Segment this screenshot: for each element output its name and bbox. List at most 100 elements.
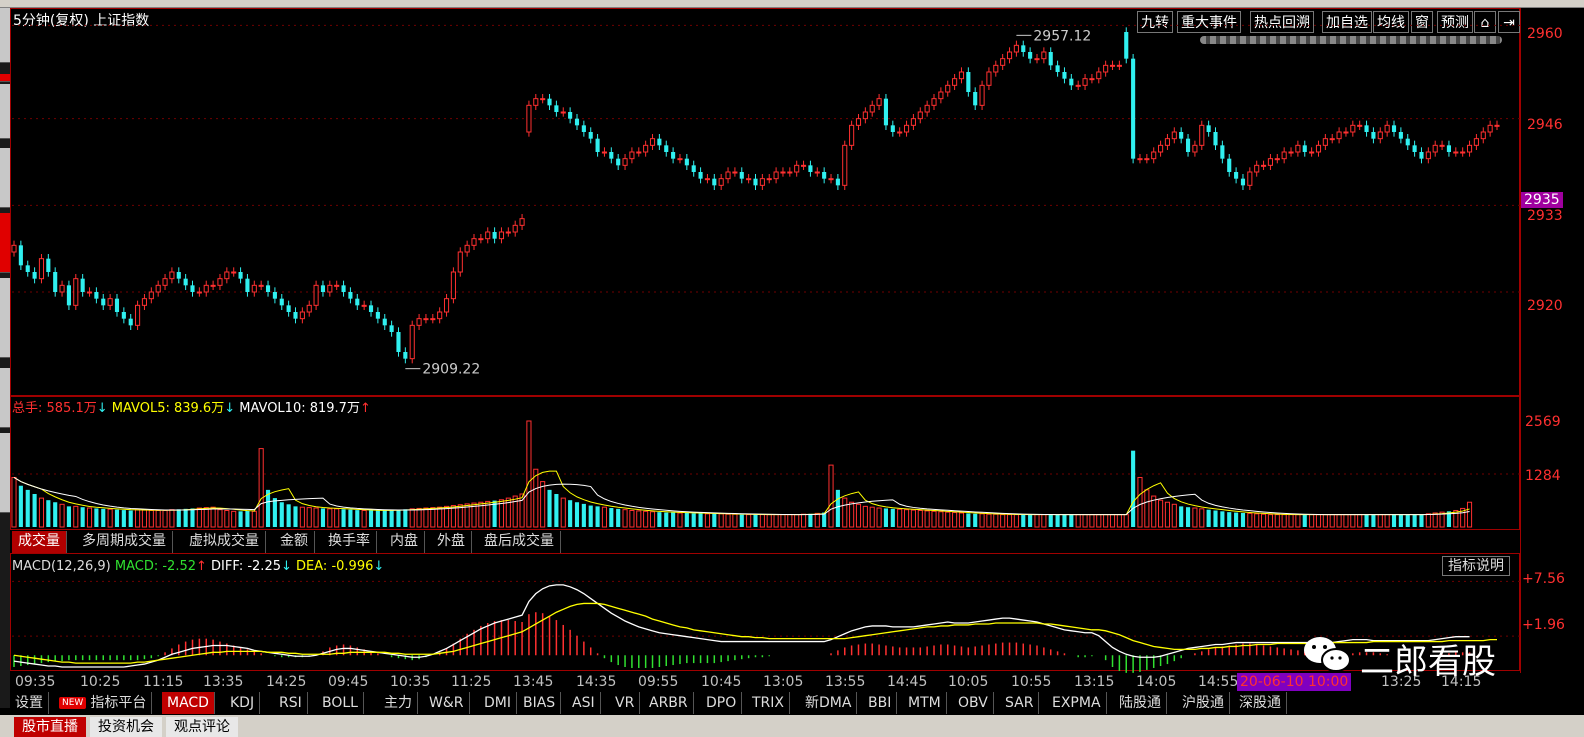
indicator-tab-2[interactable]: RSI bbox=[274, 692, 308, 714]
volume-bar bbox=[1247, 512, 1253, 528]
indicator-tab-11[interactable]: DPO bbox=[701, 692, 743, 714]
volume-bar bbox=[808, 513, 813, 527]
candle-body bbox=[286, 305, 291, 312]
volume-bar bbox=[574, 502, 580, 527]
indicator-tab-21[interactable]: 深股通 bbox=[1234, 692, 1287, 714]
tab-opportunities[interactable]: 投资机会 bbox=[90, 717, 162, 737]
volume-bar bbox=[1062, 514, 1067, 527]
indicator-tab-5[interactable]: W&R bbox=[424, 692, 470, 714]
watermark-text: 二郎看股 bbox=[1360, 642, 1496, 682]
volume-bar bbox=[334, 508, 340, 528]
candle-body bbox=[519, 218, 525, 226]
watermark: 二郎看股 bbox=[1298, 630, 1518, 682]
candle-body bbox=[787, 171, 793, 174]
indicator-tab-14[interactable]: BBI bbox=[863, 692, 898, 714]
volume-bar bbox=[917, 509, 923, 528]
candle-body bbox=[862, 111, 868, 120]
volume-bar bbox=[279, 502, 284, 527]
indicator-tab-18[interactable]: EXPMA bbox=[1047, 692, 1107, 714]
indicator-tab-0[interactable]: MACD bbox=[162, 692, 215, 714]
candle-body bbox=[691, 165, 696, 172]
candlestick-series bbox=[11, 27, 1500, 364]
volume-bar bbox=[169, 509, 175, 528]
volume-bar bbox=[1213, 510, 1218, 527]
volume-bar bbox=[1206, 509, 1211, 527]
indicator-tab-19[interactable]: 陆股通 bbox=[1114, 692, 1167, 714]
gridlines bbox=[12, 24, 1520, 293]
indicator-tabs: 设置 NEW 指标平台 MACD KDJ RSI BOLL 主力 W&R DMI BIAS ASI… bbox=[10, 692, 1290, 714]
indicator-platform-tab[interactable]: NEW 指标平台 bbox=[54, 692, 153, 714]
volume-bar bbox=[1220, 511, 1225, 527]
indicator-tab-13[interactable]: 新DMA bbox=[800, 692, 858, 714]
indicator-tab-8[interactable]: ASI bbox=[567, 692, 601, 714]
indicator-tab-16[interactable]: OBV bbox=[953, 692, 994, 714]
indicator-tab-12[interactable]: TRIX bbox=[747, 692, 790, 714]
tab-comments[interactable]: 观点评论 bbox=[166, 717, 238, 737]
candle-body bbox=[1013, 44, 1019, 53]
candle-body bbox=[677, 158, 683, 161]
candle-body bbox=[368, 305, 374, 312]
candle-body bbox=[622, 158, 628, 166]
time-axis-label: 14:55 bbox=[1198, 674, 1239, 690]
volume-bar bbox=[25, 489, 30, 527]
candle-body bbox=[780, 171, 786, 174]
volume-bar bbox=[1199, 508, 1205, 528]
volume-bar bbox=[224, 509, 230, 528]
volume-bar bbox=[945, 511, 951, 528]
candle-body bbox=[1460, 151, 1466, 154]
volume-bar bbox=[773, 514, 779, 528]
candle-body bbox=[1494, 124, 1500, 127]
candle-body bbox=[657, 138, 662, 146]
candle-body bbox=[931, 98, 937, 106]
volume-bar bbox=[389, 510, 394, 527]
volume-bar bbox=[1171, 503, 1177, 528]
volume-bar bbox=[547, 489, 552, 527]
indicator-tab-6[interactable]: DMI bbox=[479, 692, 517, 714]
candle-body bbox=[53, 272, 58, 292]
candle-body bbox=[1075, 84, 1081, 87]
candle-body bbox=[327, 284, 333, 293]
candle-body bbox=[712, 178, 717, 186]
volume-bar bbox=[704, 513, 710, 528]
volume-bar bbox=[828, 464, 834, 528]
candle-body bbox=[224, 271, 230, 280]
volume-bar bbox=[1000, 514, 1006, 528]
time-axis-label: 11:15 bbox=[143, 674, 184, 690]
volume-bar bbox=[1419, 514, 1424, 527]
candle-body bbox=[1164, 138, 1171, 146]
indicator-tab-1[interactable]: KDJ bbox=[225, 692, 261, 714]
candle-body bbox=[1206, 125, 1211, 132]
indicator-tab-17[interactable]: SAR bbox=[1000, 692, 1040, 714]
candle-body bbox=[1055, 65, 1060, 72]
volume-bar bbox=[862, 505, 868, 528]
indicator-tab-10[interactable]: ARBR bbox=[644, 692, 694, 714]
volume-bar bbox=[698, 513, 703, 527]
volume-bar bbox=[1116, 514, 1122, 528]
tab-live[interactable]: 股市直播 bbox=[14, 717, 86, 737]
candle-body bbox=[107, 298, 113, 306]
candle-body bbox=[1302, 145, 1307, 152]
candle-body bbox=[560, 111, 566, 114]
candle-body bbox=[814, 171, 820, 174]
candle-body bbox=[1322, 138, 1328, 146]
candle-body bbox=[574, 118, 580, 126]
candle-body bbox=[1144, 158, 1150, 161]
volume-bar bbox=[196, 507, 202, 528]
indicator-tab-15[interactable]: MTM bbox=[903, 692, 947, 714]
candle-body bbox=[389, 325, 394, 332]
candle-body bbox=[1343, 131, 1349, 134]
indicator-tab-3[interactable]: BOLL bbox=[317, 692, 364, 714]
settings-tab[interactable]: 设置 bbox=[10, 692, 49, 714]
bottom-tab-bar: 股市直播 投资机会 观点评论 bbox=[0, 715, 1584, 737]
indicator-tab-9[interactable]: VR bbox=[610, 692, 641, 714]
candle-body bbox=[1412, 145, 1417, 152]
volume-bar bbox=[341, 509, 346, 527]
time-axis-label: 10:55 bbox=[1011, 674, 1052, 690]
volume-bar bbox=[1398, 514, 1403, 527]
indicator-tab-7[interactable]: BIAS bbox=[518, 692, 562, 714]
volume-bar bbox=[1309, 514, 1315, 528]
candle-body bbox=[1041, 51, 1047, 60]
indicator-tab-20[interactable]: 沪股通 bbox=[1177, 692, 1230, 714]
indicator-tab-4[interactable]: 主力 bbox=[379, 692, 418, 714]
volume-bar bbox=[1109, 514, 1116, 528]
